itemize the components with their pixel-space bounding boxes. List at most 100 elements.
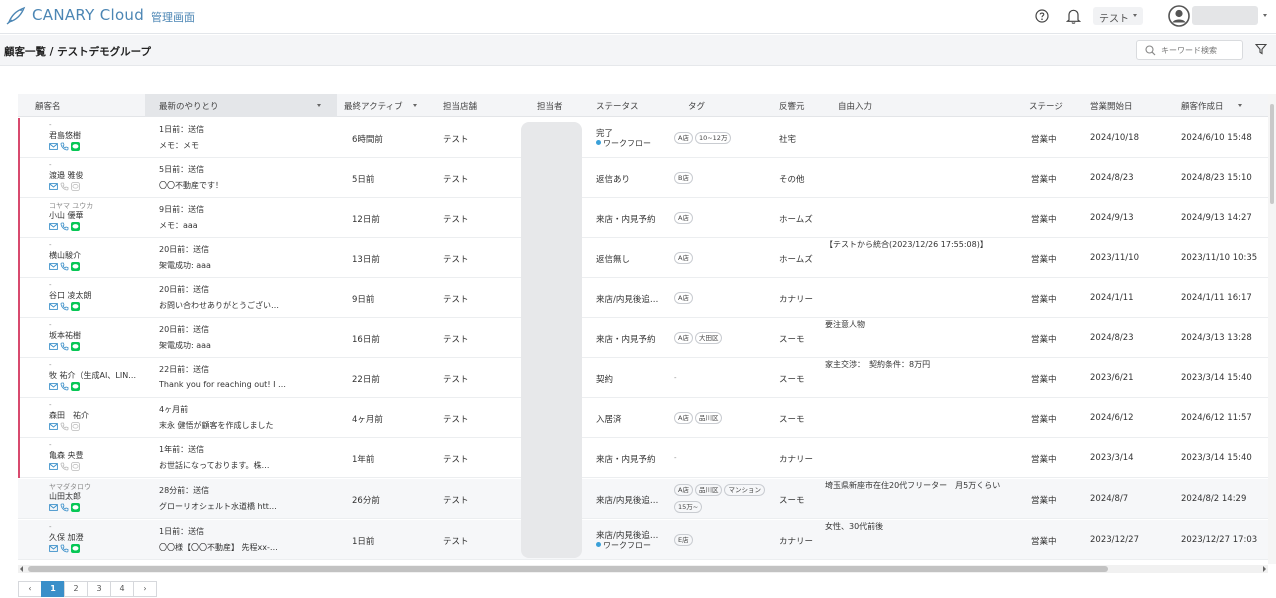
- stage[interactable]: 営業中: [1031, 293, 1057, 305]
- stage[interactable]: 営業中: [1031, 333, 1057, 345]
- customer-name[interactable]: 横山駿介: [49, 250, 149, 261]
- help-icon[interactable]: [1035, 9, 1049, 23]
- free-input[interactable]: 家主交渉： 契約条件：8万円: [825, 359, 1020, 370]
- phone-icon[interactable]: [60, 182, 69, 191]
- col-tags[interactable]: タグ: [688, 100, 705, 112]
- mail-icon[interactable]: [49, 182, 58, 191]
- latest-interaction-text[interactable]: メモ：メモ: [159, 140, 309, 151]
- table-row[interactable]: - 君島悠樹 1日前：送信 メモ：メモ 6時間前 テスト 完了 ワークフロー A店 10~12万社…: [18, 118, 1268, 158]
- customer-name[interactable]: 亀森 央豊: [49, 450, 149, 461]
- status[interactable]: 来店/内見後追…: [596, 494, 666, 506]
- line-icon[interactable]: [71, 302, 80, 311]
- stage[interactable]: 営業中: [1031, 373, 1057, 385]
- avatar[interactable]: [1168, 5, 1190, 27]
- free-input[interactable]: 【テストから統合(2023/12/26 17:55:08)】: [825, 239, 1020, 250]
- mail-icon[interactable]: [49, 462, 58, 471]
- page-button-3[interactable]: 3: [87, 581, 111, 597]
- latest-interaction-text[interactable]: 架電成功: aaa: [159, 260, 309, 271]
- customer-name[interactable]: 谷口 凌太朗: [49, 290, 149, 301]
- tag-chip[interactable]: マンション: [724, 484, 765, 496]
- col-last-active[interactable]: 最終アクティブ: [344, 100, 403, 112]
- sort-icon[interactable]: [413, 104, 417, 107]
- customer-name[interactable]: 久保 加澄: [49, 532, 149, 543]
- table-row[interactable]: - 亀森 央豊 1年前：送信 お世話になっております。株… 1年前 テスト 来店・内見予約 -…: [18, 438, 1268, 478]
- table-row[interactable]: -牧 祐介（生成AI、LIN… 22日前：送信 Thank you for reac…: [18, 358, 1268, 398]
- stage[interactable]: 営業中: [1031, 494, 1057, 506]
- mail-icon[interactable]: [49, 222, 58, 231]
- tag-chip[interactable]: E店: [674, 534, 693, 546]
- search-input[interactable]: [1161, 44, 1239, 57]
- admin-label[interactable]: 管理画面: [151, 9, 195, 25]
- customer-name[interactable]: 君島悠樹: [49, 130, 149, 141]
- col-created[interactable]: 顧客作成日: [1181, 100, 1224, 112]
- table-row[interactable]: - 横山駿介 20日前：送信 架電成功: aaa 13日前 テスト 返信無し A店 ホームズ 【テ…: [18, 238, 1268, 278]
- status[interactable]: 来店・内見予約: [596, 213, 666, 225]
- store-select[interactable]: テスト: [1093, 7, 1143, 25]
- vertical-scrollbar[interactable]: [1268, 94, 1276, 564]
- page-button-2[interactable]: 2: [64, 581, 88, 597]
- mail-icon[interactable]: [49, 503, 58, 512]
- latest-interaction-text[interactable]: 架電成功: aaa: [159, 340, 309, 351]
- sort-icon[interactable]: [1238, 104, 1242, 107]
- free-input[interactable]: 埼玉県新座市在住20代フリーター 月5万くらい: [825, 480, 1020, 491]
- page-button-1[interactable]: 1: [41, 581, 65, 597]
- user-name-redacted[interactable]: [1192, 6, 1258, 25]
- latest-interaction-text[interactable]: 〇〇様【〇〇不動産】 先程xx-…: [159, 542, 309, 553]
- bell-icon[interactable]: [1066, 8, 1081, 24]
- table-row[interactable]: - 坂本祐樹 20日前：送信 架電成功: aaa 16日前 テスト 来店・内見予約 A店 大田区…: [18, 318, 1268, 358]
- scrollbar-thumb[interactable]: [1270, 104, 1274, 204]
- phone-icon[interactable]: [60, 422, 69, 431]
- tag-chip[interactable]: A店: [674, 252, 693, 264]
- table-row[interactable]: コヤマ ユウカ 小山 優華 9日前：送信 メモ：aaa 12日前 テスト 来店・内見予約 A店…: [18, 198, 1268, 238]
- brand-logo[interactable]: CANARY Cloud: [6, 5, 144, 25]
- tag-chip[interactable]: A店: [674, 212, 693, 224]
- stage[interactable]: 営業中: [1031, 413, 1057, 425]
- status[interactable]: 来店/内見後追…: [596, 293, 666, 305]
- line-icon[interactable]: [71, 262, 80, 271]
- latest-interaction-text[interactable]: 〇〇不動産です！: [159, 180, 309, 191]
- mail-icon[interactable]: [49, 382, 58, 391]
- search-field[interactable]: [1136, 40, 1243, 60]
- page-button-4[interactable]: 4: [110, 581, 134, 597]
- line-icon[interactable]: [71, 342, 80, 351]
- phone-icon[interactable]: [60, 544, 69, 553]
- latest-interaction-text[interactable]: グローリオシェルト水道橋 htt…: [159, 501, 309, 512]
- customer-name[interactable]: 山田太郎: [49, 491, 149, 502]
- col-store[interactable]: 担当店舗: [443, 100, 477, 112]
- scrollbar-thumb[interactable]: [28, 566, 1108, 572]
- status[interactable]: 来店・内見予約: [596, 333, 666, 345]
- tag-chip[interactable]: A店: [674, 412, 693, 424]
- customer-name[interactable]: 渡邉 雅俊: [49, 170, 149, 181]
- table-row[interactable]: - 森田 祐介 4ヶ月前 末永 健悟が顧客を作成しました 4ヶ月前 テスト 入居済 A店 品川区…: [18, 398, 1268, 438]
- latest-interaction-text[interactable]: 末永 健悟が顧客を作成しました: [159, 420, 309, 431]
- phone-icon[interactable]: [60, 342, 69, 351]
- tag-chip[interactable]: 10~12万: [694, 132, 732, 144]
- line-icon[interactable]: [71, 544, 80, 553]
- stage[interactable]: 営業中: [1031, 535, 1057, 547]
- col-stage[interactable]: ステージ: [1029, 100, 1063, 112]
- phone-icon[interactable]: [60, 222, 69, 231]
- customer-name[interactable]: 森田 祐介: [49, 410, 149, 421]
- customer-name[interactable]: 牧 祐介（生成AI、LIN…: [49, 370, 149, 381]
- tag-chip[interactable]: 品川区: [694, 412, 723, 424]
- latest-interaction-text[interactable]: お問い合わせありがとうござい…: [159, 300, 309, 311]
- filter-icon[interactable]: [1255, 43, 1267, 55]
- col-source[interactable]: 反響元: [779, 100, 805, 112]
- scroll-left-icon[interactable]: [20, 566, 23, 572]
- status[interactable]: 契約: [596, 373, 666, 385]
- customer-name[interactable]: 坂本祐樹: [49, 330, 149, 341]
- col-sales-start[interactable]: 営業開始日: [1090, 100, 1133, 112]
- line-icon[interactable]: [71, 503, 80, 512]
- col-customer-name[interactable]: 顧客名: [35, 100, 61, 112]
- status[interactable]: 入居済: [596, 413, 666, 425]
- line-icon[interactable]: [71, 462, 80, 471]
- workflow-indicator[interactable]: ワークフロー: [596, 540, 651, 551]
- table-row[interactable]: ヤマダタロウ 山田太郎 28分前：送信 グローリオシェルト水道橋 htt… 26分前 テス…: [18, 479, 1268, 519]
- status[interactable]: 返信あり: [596, 173, 666, 185]
- line-icon[interactable]: [71, 222, 80, 231]
- line-icon[interactable]: [71, 182, 80, 191]
- line-icon[interactable]: [71, 422, 80, 431]
- scroll-right-icon[interactable]: [1263, 566, 1266, 572]
- tag-chip[interactable]: 15万~: [674, 501, 703, 513]
- workflow-indicator[interactable]: ワークフロー: [596, 138, 651, 149]
